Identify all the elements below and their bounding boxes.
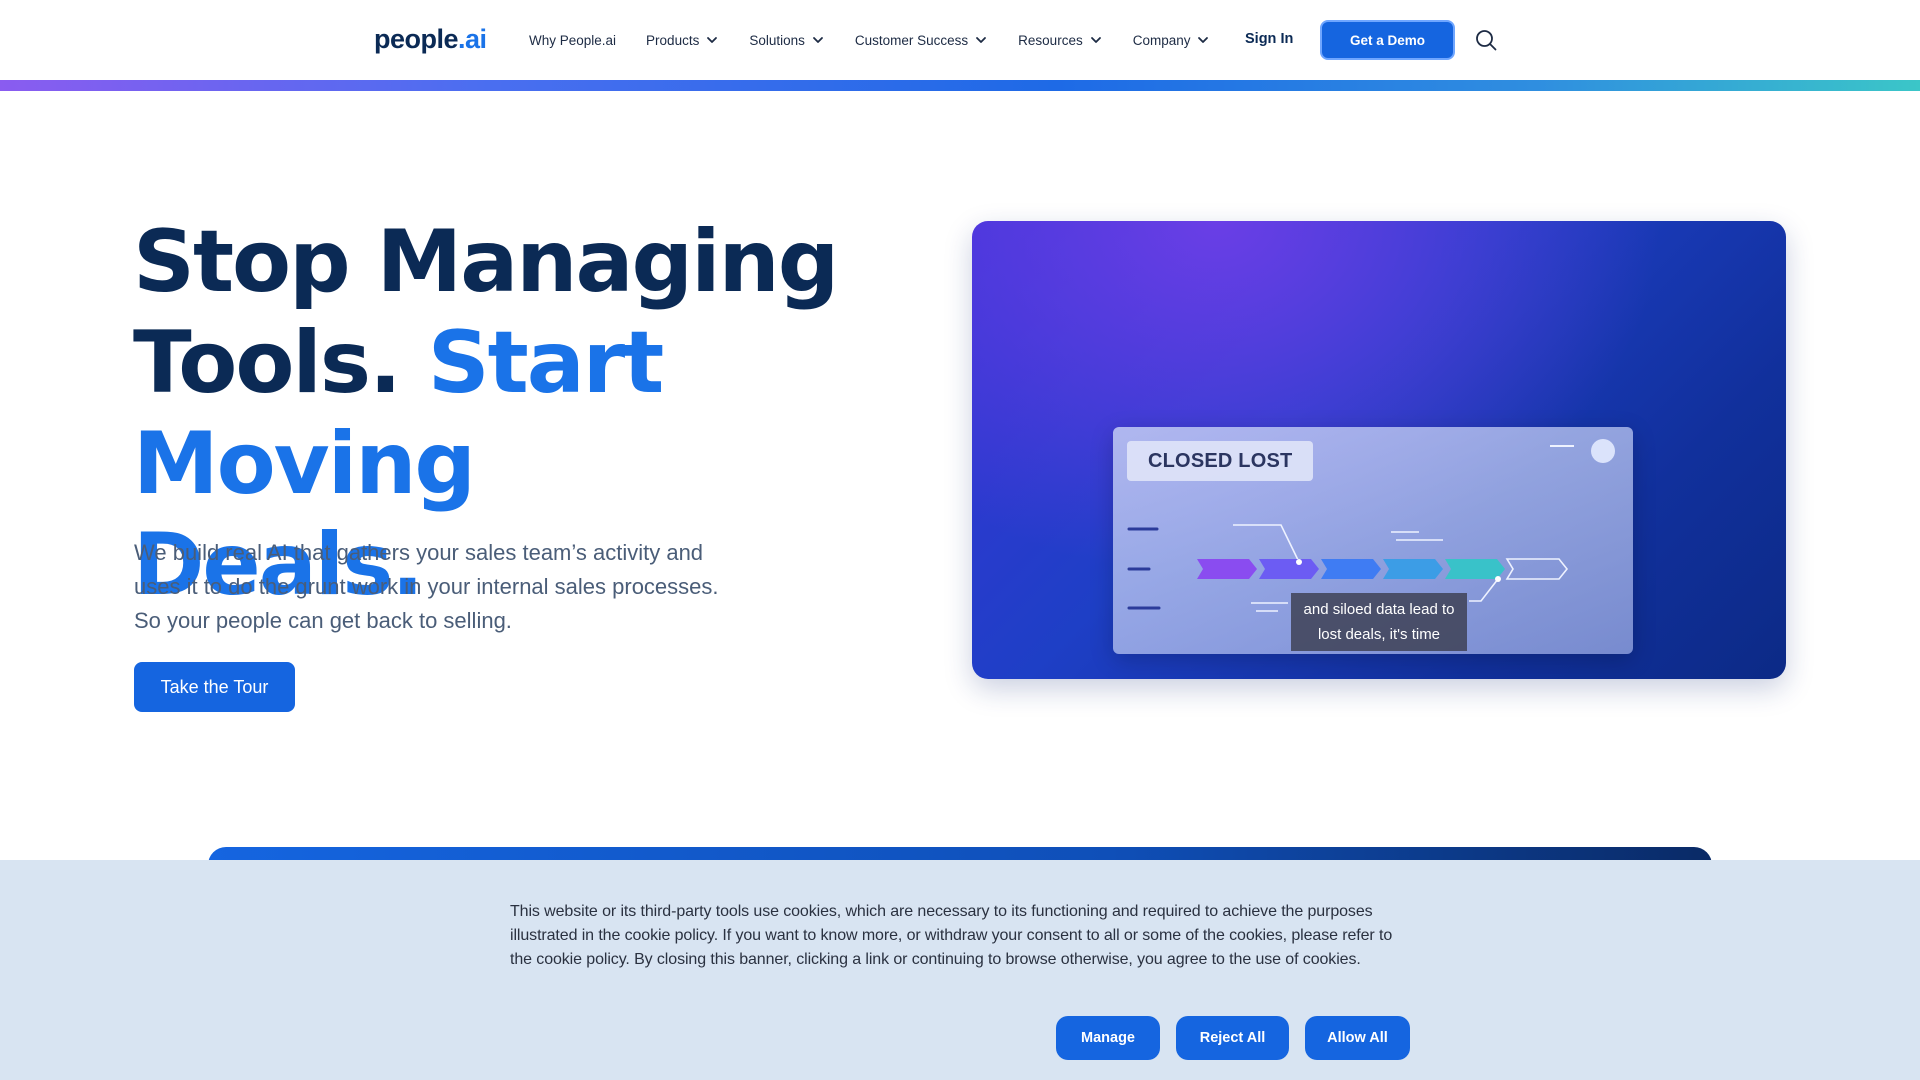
- top-navigation: people.ai Why People.ai Products Solutio…: [0, 0, 1920, 80]
- nav-item-label: Customer Success: [854, 32, 969, 48]
- chevron-down-icon: [812, 37, 823, 43]
- video-caption: and siloed data lead to lost deals, it's…: [1291, 593, 1467, 651]
- hero-subtitle: We build real AI that gathers your sales…: [134, 540, 719, 633]
- nav-item-company[interactable]: Company: [1133, 33, 1211, 48]
- chevron-down-icon: [1090, 37, 1101, 43]
- search-icon[interactable]: [1474, 28, 1498, 52]
- cookie-banner: This website or its third-party tools us…: [0, 860, 1920, 1080]
- logo-accent-text: .ai: [458, 24, 487, 54]
- chevron-down-icon: [1198, 37, 1209, 43]
- nav-item-solutions[interactable]: Solutions: [749, 33, 825, 48]
- nav-item-label: Why People.ai: [529, 32, 617, 48]
- take-the-tour-button[interactable]: Take the Tour: [134, 662, 295, 712]
- sign-in-link[interactable]: Sign In: [1245, 31, 1293, 47]
- chevron-down-icon: [976, 37, 987, 43]
- hero-video-player[interactable]: CLOSED LOST and siloed data lead to lost…: [972, 221, 1786, 679]
- nav-item-customer-success[interactable]: Customer Success: [855, 33, 988, 48]
- reject-all-button[interactable]: Reject All: [1176, 1016, 1289, 1060]
- allow-all-button[interactable]: Allow All: [1305, 1016, 1410, 1060]
- nav-item-products[interactable]: Products: [646, 33, 719, 48]
- nav-item-label: Products: [646, 32, 700, 48]
- logo-text: people: [374, 24, 459, 54]
- get-a-demo-button[interactable]: Get a Demo: [1320, 20, 1455, 60]
- manage-cookies-button[interactable]: Manage: [1056, 1016, 1160, 1060]
- header-gradient-divider: [0, 80, 1920, 91]
- nav-item-why-people-ai[interactable]: Why People.ai: [529, 33, 616, 48]
- cookie-notice-text: This website or its third-party tools us…: [510, 903, 1393, 968]
- nav-menu: Why People.ai Products Solutions Custome…: [529, 0, 1240, 80]
- nav-item-label: Company: [1132, 32, 1191, 48]
- hero-title-dark-2: Tools.: [133, 313, 428, 413]
- nav-item-label: Resources: [1018, 32, 1083, 48]
- chevron-down-icon: [707, 37, 718, 43]
- hero-title-line-1: Stop Managing: [133, 212, 839, 312]
- pipeline-panel: CLOSED LOST and siloed data lead to lost…: [1113, 427, 1633, 654]
- nav-item-label: Solutions: [749, 32, 805, 48]
- people-ai-logo[interactable]: people.ai: [374, 24, 487, 55]
- nav-item-resources[interactable]: Resources: [1018, 33, 1103, 48]
